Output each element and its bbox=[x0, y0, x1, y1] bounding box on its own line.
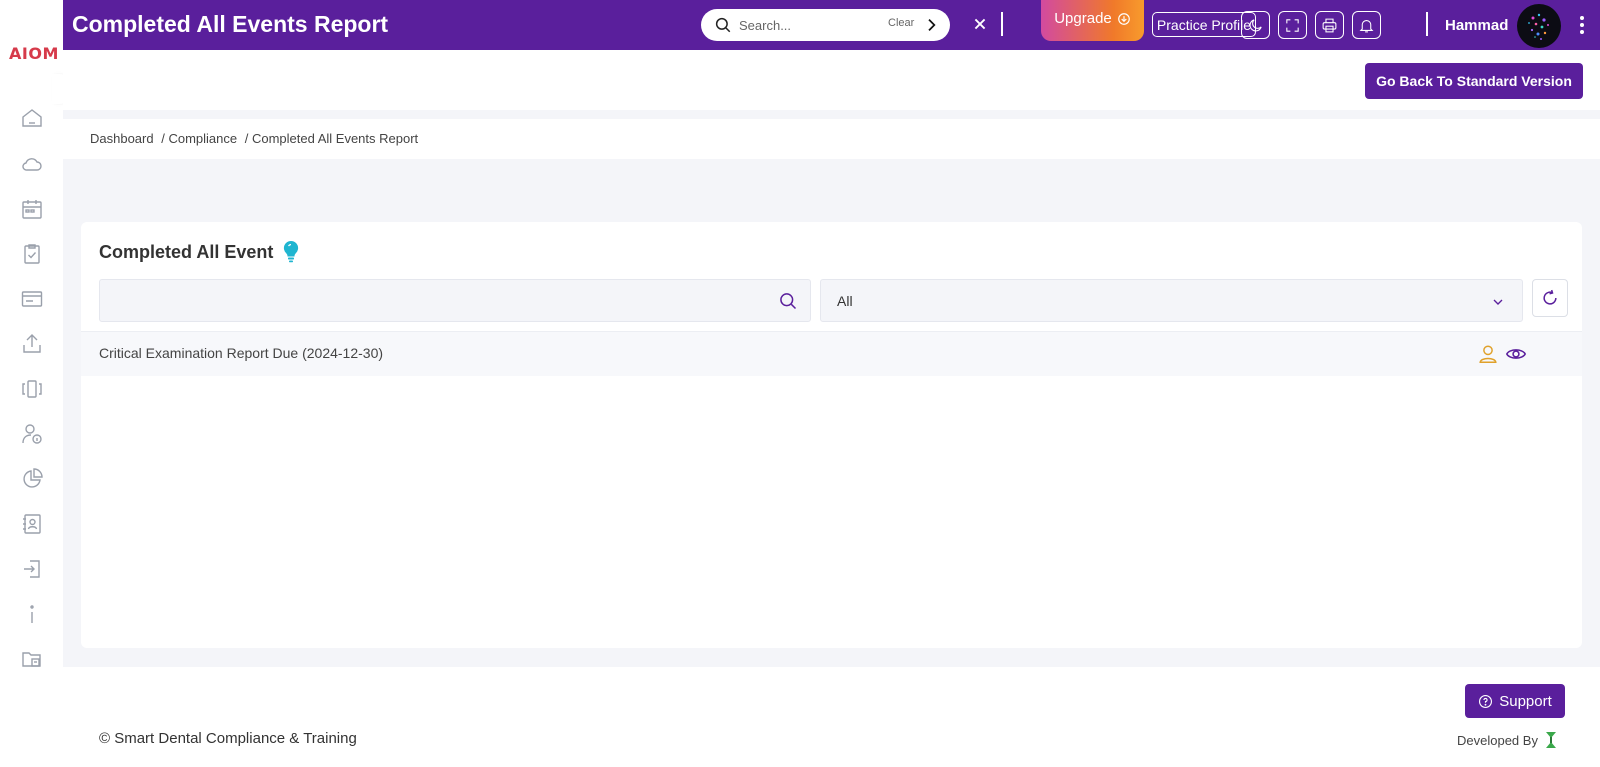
page-title: Completed All Events Report bbox=[72, 11, 389, 37]
event-search-field bbox=[99, 279, 811, 322]
breadcrumb: Dashboard / Compliance / Completed All E… bbox=[90, 131, 422, 146]
developed-by-label: Developed By bbox=[1457, 732, 1538, 748]
calendar-icon[interactable] bbox=[19, 196, 45, 222]
chevron-down-icon bbox=[1493, 299, 1503, 305]
global-search-input[interactable] bbox=[739, 15, 879, 35]
chevron-right-icon[interactable] bbox=[923, 17, 939, 33]
close-icon[interactable] bbox=[969, 13, 991, 35]
events-card: Completed All Event All Critical Examina… bbox=[81, 222, 1582, 648]
breadcrumb-compliance[interactable]: / Compliance bbox=[161, 131, 237, 146]
event-title: Critical Examination Report Due (2024-12… bbox=[99, 345, 384, 361]
printer-icon bbox=[1322, 18, 1337, 32]
go-back-standard-button[interactable]: Go Back To Standard Version bbox=[1365, 63, 1583, 99]
more-options-icon[interactable] bbox=[1579, 16, 1585, 34]
print-button[interactable] bbox=[1315, 11, 1344, 39]
arrow-down-circle-icon bbox=[1117, 12, 1130, 25]
footer: Support © Smart Dental Compliance & Trai… bbox=[63, 667, 1600, 767]
upgrade-button[interactable]: Upgrade bbox=[1041, 0, 1144, 41]
status-filter-select[interactable]: All bbox=[820, 279, 1523, 322]
pie-chart-icon[interactable] bbox=[19, 466, 45, 492]
global-search: Clear bbox=[701, 9, 950, 41]
fullscreen-button[interactable] bbox=[1278, 11, 1307, 39]
avatar[interactable] bbox=[1517, 4, 1561, 48]
copyright-text: © Smart Dental Compliance & Training bbox=[99, 730, 357, 747]
contacts-icon[interactable] bbox=[19, 511, 45, 537]
sidebar: AIOM bbox=[0, 0, 74, 767]
status-filter-value: All bbox=[837, 293, 853, 309]
header-divider bbox=[1426, 12, 1428, 36]
search-icon bbox=[715, 17, 731, 33]
card-title: Completed All Event bbox=[99, 242, 274, 262]
user-name[interactable]: Hammad bbox=[1445, 17, 1508, 34]
assign-user-icon[interactable] bbox=[1477, 343, 1499, 365]
event-search-input[interactable] bbox=[110, 290, 760, 312]
lightbulb-icon[interactable] bbox=[281, 240, 301, 264]
moon-icon bbox=[1249, 18, 1262, 31]
header-divider bbox=[1001, 12, 1003, 36]
app-logo[interactable]: AIOM bbox=[9, 44, 58, 64]
checklist-icon[interactable] bbox=[19, 241, 45, 267]
subheader: Go Back To Standard Version bbox=[63, 50, 1600, 110]
breadcrumb-bar: Dashboard / Compliance / Completed All E… bbox=[63, 119, 1600, 159]
search-icon[interactable] bbox=[778, 291, 798, 311]
support-button-label: Support bbox=[1499, 692, 1552, 710]
help-circle-icon bbox=[1479, 694, 1493, 708]
search-clear-link[interactable]: Clear bbox=[888, 17, 914, 29]
archive-folder-icon[interactable] bbox=[19, 646, 45, 672]
upgrade-button-label: Upgrade bbox=[1054, 10, 1112, 27]
card-icon[interactable] bbox=[19, 286, 45, 312]
info-icon[interactable] bbox=[19, 601, 45, 627]
upload-icon[interactable] bbox=[19, 331, 45, 357]
login-icon[interactable] bbox=[19, 556, 45, 582]
dark-mode-button[interactable] bbox=[1241, 11, 1270, 39]
fullscreen-icon bbox=[1286, 18, 1299, 32]
table-row[interactable]: Critical Examination Report Due (2024-12… bbox=[81, 331, 1582, 376]
carousel-icon[interactable] bbox=[19, 376, 45, 402]
developed-by: Developed By bbox=[1457, 731, 1558, 749]
breadcrumb-dashboard[interactable]: Dashboard bbox=[90, 131, 154, 146]
bell-icon bbox=[1359, 19, 1374, 32]
user-info-icon[interactable] bbox=[19, 421, 45, 447]
support-button[interactable]: Support bbox=[1465, 684, 1565, 718]
cloud-icon[interactable] bbox=[19, 151, 45, 177]
refresh-button[interactable] bbox=[1532, 279, 1568, 317]
developer-logo-icon[interactable] bbox=[1544, 731, 1558, 749]
home-icon[interactable] bbox=[19, 105, 45, 131]
breadcrumb-current: / Completed All Events Report bbox=[244, 131, 419, 146]
notifications-button[interactable] bbox=[1352, 11, 1381, 39]
view-eye-icon[interactable] bbox=[1505, 343, 1527, 365]
refresh-icon bbox=[1543, 289, 1557, 305]
top-header: Completed All Events Report Clear Upgrad… bbox=[63, 0, 1600, 50]
